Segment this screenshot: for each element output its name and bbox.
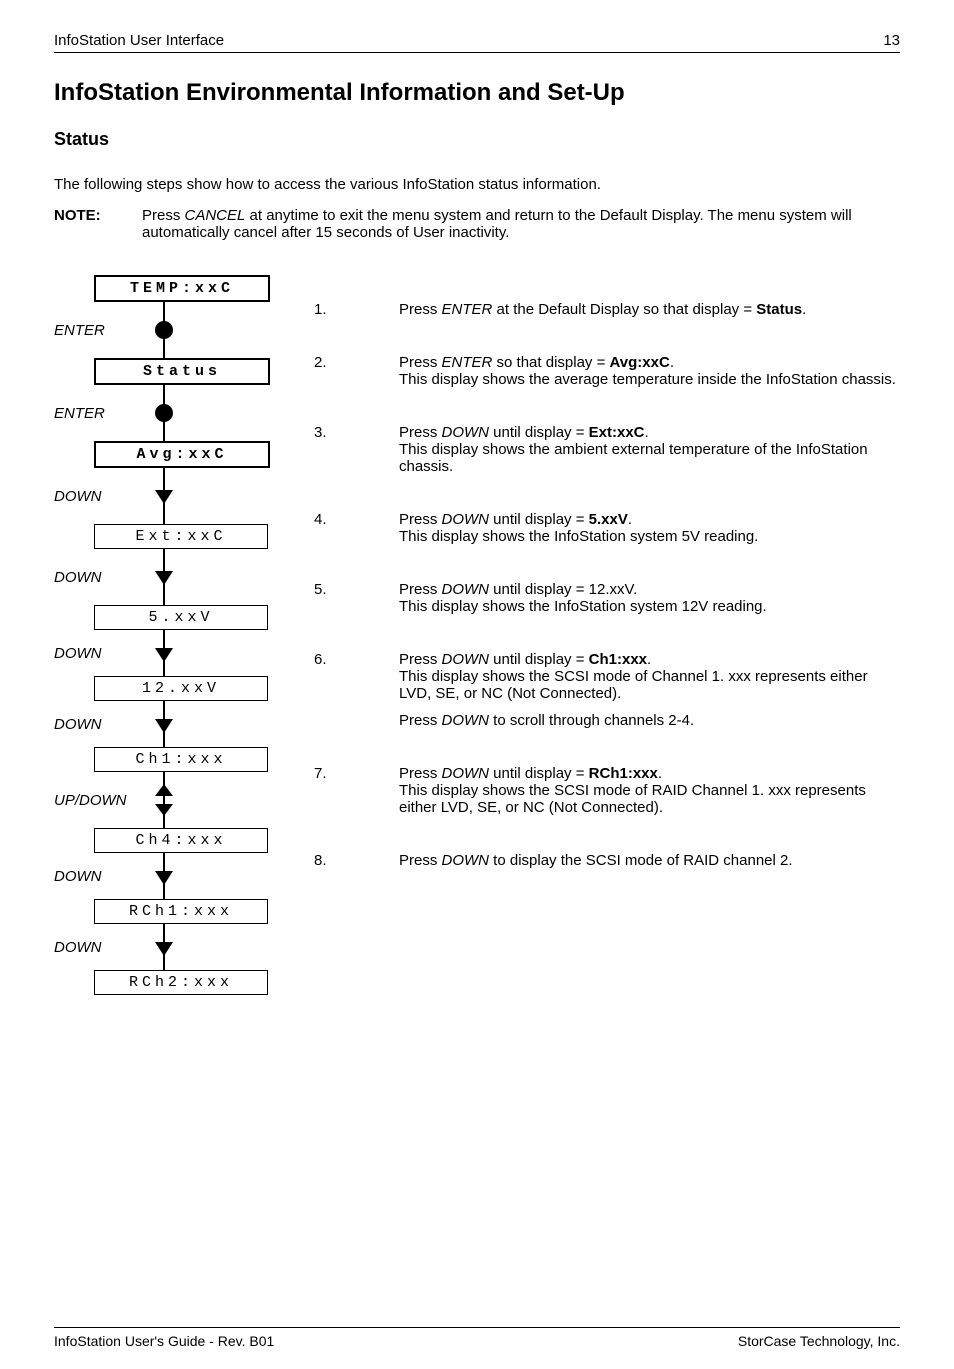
- note: NOTE: Press CANCEL at anytime to exit th…: [54, 207, 900, 241]
- key-label-down: DOWN: [54, 645, 134, 662]
- running-header: InfoStation User Interface 13: [54, 32, 900, 53]
- step-number: 8.: [314, 852, 399, 879]
- step-number: 4.: [314, 511, 399, 555]
- display-box: RCh1:xxx: [94, 899, 268, 924]
- header-page-number: 13: [883, 32, 900, 49]
- display-box: 12.xxV: [94, 676, 268, 701]
- key-label-down: DOWN: [54, 488, 134, 505]
- display-box: Status: [94, 358, 270, 385]
- key-label-updown: UP/DOWN: [54, 792, 134, 809]
- display-box: 5.xxV: [94, 605, 268, 630]
- step-7: 7. Press DOWN until display = RCh1:xxx.T…: [314, 765, 900, 826]
- footer-left: InfoStation User's Guide - Rev. B01: [54, 1333, 274, 1349]
- step-number: 7.: [314, 765, 399, 826]
- header-left: InfoStation User Interface: [54, 32, 224, 49]
- step-number: 5.: [314, 581, 399, 625]
- step-2: 2. Press ENTER so that display = Avg:xxC…: [314, 354, 900, 398]
- display-box: Avg:xxC: [94, 441, 270, 468]
- step-4: 4. Press DOWN until display = 5.xxV.This…: [314, 511, 900, 555]
- step-number: 3.: [314, 424, 399, 485]
- display-box: TEMP:xxC: [94, 275, 270, 302]
- running-footer: InfoStation User's Guide - Rev. B01 Stor…: [54, 1327, 900, 1349]
- step-body: Press DOWN until display = 12.xxV.This d…: [399, 581, 900, 625]
- step-5: 5. Press DOWN until display = 12.xxV.Thi…: [314, 581, 900, 625]
- step-3: 3. Press DOWN until display = Ext:xxC.Th…: [314, 424, 900, 485]
- note-text: Press CANCEL at anytime to exit the menu…: [142, 207, 900, 241]
- note-label: NOTE:: [54, 207, 142, 241]
- step-body: Press DOWN until display = 5.xxV.This di…: [399, 511, 900, 555]
- steps-list: 1. Press ENTER at the Default Display so…: [284, 271, 900, 879]
- intro-paragraph: The following steps show how to access t…: [54, 176, 900, 193]
- step-1: 1. Press ENTER at the Default Display so…: [314, 301, 900, 328]
- step-body: Press DOWN until display = RCh1:xxx.This…: [399, 765, 900, 826]
- step-8: 8. Press DOWN to display the SCSI mode o…: [314, 852, 900, 879]
- display-box: Ext:xxC: [94, 524, 268, 549]
- down-arrow-icon: [134, 853, 194, 899]
- display-box: Ch4:xxx: [94, 828, 268, 853]
- step-body: Press DOWN until display = Ext:xxC.This …: [399, 424, 900, 485]
- step-body: Press ENTER so that display = Avg:xxC.Th…: [399, 354, 900, 398]
- key-label-down: DOWN: [54, 939, 134, 956]
- display-box: RCh2:xxx: [94, 970, 268, 995]
- down-arrow-icon: [134, 549, 194, 605]
- key-label-down: DOWN: [54, 716, 134, 733]
- key-label-down: DOWN: [54, 569, 134, 586]
- key-label-enter: ENTER: [54, 322, 134, 339]
- enter-dot-icon: [134, 385, 194, 441]
- updown-arrow-icon: [134, 772, 194, 828]
- page-title: InfoStation Environmental Information an…: [54, 79, 900, 107]
- down-arrow-icon: [134, 701, 194, 747]
- down-arrow-icon: [134, 924, 194, 970]
- step-number: 2.: [314, 354, 399, 398]
- key-label-down: DOWN: [54, 868, 134, 885]
- step-body: Press DOWN until display = Ch1:xxx.This …: [399, 651, 900, 739]
- step-number: 1.: [314, 301, 399, 328]
- down-arrow-icon: [134, 630, 194, 676]
- enter-dot-icon: [134, 302, 194, 358]
- down-arrow-icon: [134, 468, 194, 524]
- step-6: 6. Press DOWN until display = Ch1:xxx.Th…: [314, 651, 900, 739]
- section-title: Status: [54, 129, 900, 150]
- step-number: 6.: [314, 651, 399, 739]
- flow-diagram: TEMP:xxC ENTER Status ENTER Avg:xxC DOWN: [54, 271, 284, 995]
- step-body: Press DOWN to display the SCSI mode of R…: [399, 852, 900, 879]
- display-box: Ch1:xxx: [94, 747, 268, 772]
- footer-right: StorCase Technology, Inc.: [738, 1333, 900, 1349]
- key-label-enter: ENTER: [54, 405, 134, 422]
- step-body: Press ENTER at the Default Display so th…: [399, 301, 900, 328]
